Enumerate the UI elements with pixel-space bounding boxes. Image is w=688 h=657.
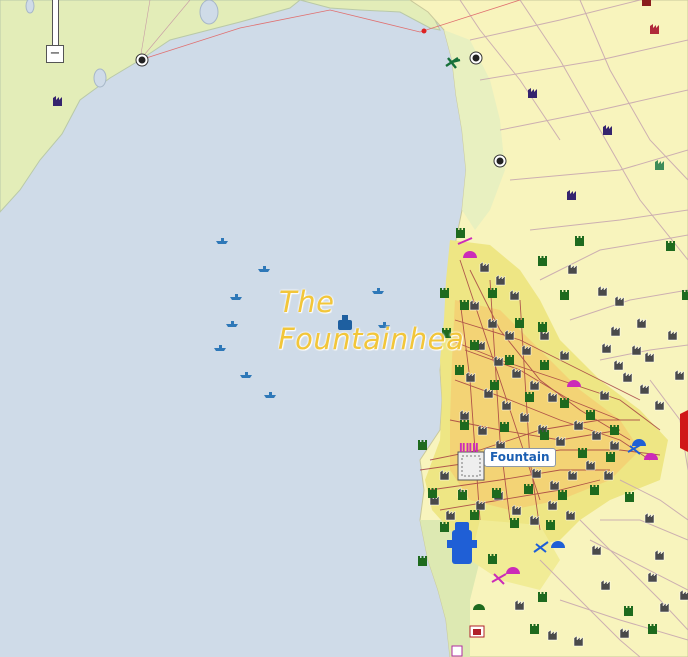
lake bbox=[25, 0, 35, 14]
antenna-icon[interactable] bbox=[135, 53, 149, 67]
antenna-icon[interactable] bbox=[493, 154, 507, 168]
city-label[interactable]: Fountain bbox=[484, 448, 556, 467]
junction-marker bbox=[421, 28, 427, 34]
region-label: The bbox=[279, 287, 335, 317]
lake bbox=[199, 0, 219, 25]
zoom-slider[interactable] bbox=[52, 0, 59, 47]
region-label: Fountainhea bbox=[278, 324, 465, 354]
zoom-out-button[interactable]: − bbox=[46, 45, 64, 63]
factory-icon[interactable] bbox=[642, 0, 651, 6]
antenna-icon[interactable] bbox=[469, 51, 483, 65]
svg-text:ǁǁǁ: ǁǁǁ bbox=[459, 442, 479, 453]
lake bbox=[93, 68, 107, 88]
alert-icon[interactable] bbox=[680, 410, 688, 452]
hospital-icon[interactable] bbox=[451, 645, 463, 657]
fire-station-icon[interactable] bbox=[469, 625, 485, 638]
